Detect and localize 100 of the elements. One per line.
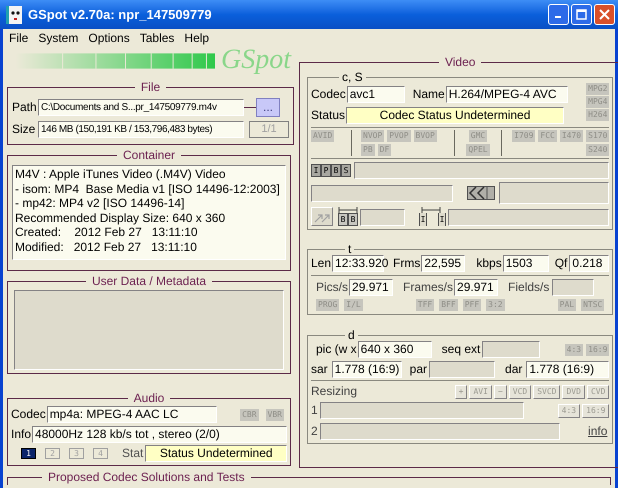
- group-heading: Audio: [132, 392, 166, 404]
- close-button[interactable]: [594, 4, 615, 25]
- menu-item[interactable]: Help: [179, 29, 214, 48]
- span-arrow-icon: [419, 207, 443, 213]
- frame-type-indicator: S: [341, 164, 351, 177]
- info-line: Created: 2012 Feb 27 13:11:10: [15, 225, 199, 240]
- frames-field[interactable]: 22,595: [421, 255, 466, 272]
- flag-indicator: AVID: [311, 130, 334, 142]
- info-line: M4V : Apple iTunes Video (.M4V) Video: [15, 167, 227, 182]
- field-label: Stat: [122, 445, 144, 462]
- field-label: 1: [311, 402, 318, 419]
- codec-name-field[interactable]: H.264/MPEG-4 AVC: [446, 86, 568, 103]
- path-field[interactable]: C:\Documents and S...pr_147509779.m4v: [38, 99, 244, 116]
- info-line: Recommended Display Size: 640 x 360: [15, 210, 226, 225]
- empty-field[interactable]: [320, 402, 524, 419]
- group-heading: Video: [444, 56, 476, 68]
- field-label: Len: [311, 255, 332, 272]
- flag-indicator: 4:3: [564, 344, 584, 356]
- flag-indicator: CBR: [240, 408, 259, 420]
- app-icon: [6, 6, 22, 24]
- maximize-button[interactable]: [571, 4, 592, 25]
- frame-type-indicator: I: [438, 213, 446, 226]
- stream-button[interactable]: 1: [21, 448, 36, 459]
- sar-field[interactable]: 1.778 (16:9): [332, 361, 402, 378]
- rate-field[interactable]: 29.971: [454, 279, 498, 296]
- menu-item[interactable]: File: [4, 29, 34, 48]
- menu-item[interactable]: Tables: [134, 29, 180, 48]
- empty-field[interactable]: [320, 422, 560, 440]
- flag-indicator: PVOP: [387, 130, 411, 142]
- field-label: pic (w x: [316, 341, 357, 358]
- field-label: Codec: [311, 86, 346, 103]
- field-label: Frms: [393, 255, 420, 272]
- arrows-button[interactable]: [311, 207, 333, 226]
- span-arrow-icon: [338, 207, 358, 213]
- menu-item[interactable]: Options: [83, 29, 135, 48]
- flag-indicator: S240: [586, 144, 610, 156]
- group-heading: Proposed Codec Solutions and Tests: [47, 471, 246, 483]
- flag-indicator: PFF: [462, 299, 482, 311]
- flag-indicator: NTSC: [581, 299, 604, 311]
- flag-indicator: GMC: [468, 130, 488, 142]
- field-label: dar: [505, 361, 522, 378]
- field-label: Qf: [554, 255, 568, 272]
- field-label: Info: [11, 426, 32, 443]
- window-title: GSpot v2.70a: npr_147509779: [28, 6, 212, 24]
- empty-field[interactable]: [354, 162, 610, 179]
- field-label: seq ext: [442, 341, 480, 358]
- empty-field[interactable]: [448, 209, 610, 226]
- empty-field[interactable]: [360, 209, 405, 226]
- rate-field[interactable]: 29.971: [349, 279, 394, 296]
- flag-indicator: QPEL: [466, 144, 490, 156]
- flag-indicator: NVOP: [361, 130, 384, 142]
- menu-item[interactable]: System: [33, 29, 84, 48]
- group-heading: c, S: [341, 71, 364, 83]
- group-heading: t: [347, 243, 352, 255]
- size-field[interactable]: 146 MB (150,191 KB / 153,796,483 bytes): [38, 121, 244, 138]
- empty-field[interactable]: [482, 341, 540, 358]
- flag-indicator: I470: [560, 130, 584, 142]
- empty-field[interactable]: [429, 361, 496, 378]
- browse-button[interactable]: ...: [256, 98, 280, 117]
- frame-type-indicator: I: [419, 213, 427, 226]
- bitrate-field[interactable]: 1503: [502, 255, 549, 272]
- field-label: Codec: [11, 406, 46, 423]
- minimize-button[interactable]: [548, 4, 569, 25]
- info-line: - isom: MP4 Base Media v1 [ISO 14496-12:2003]: [15, 182, 281, 196]
- empty-field[interactable]: [552, 279, 594, 296]
- audio-status-field[interactable]: Status Undetermined: [145, 445, 287, 462]
- field-label: Pics/s: [316, 279, 348, 296]
- frame-type-indicator: P: [321, 164, 331, 177]
- info-line: Modified: 2012 Feb 27 13:11:10: [15, 240, 198, 254]
- field-label: Name: [412, 86, 445, 103]
- field-label: 2: [311, 422, 318, 440]
- flag-indicator: I/L: [344, 299, 363, 311]
- frame-type-indicator: B: [338, 213, 348, 226]
- flag-indicator: FCC: [538, 130, 557, 142]
- field-label: kbps: [476, 255, 502, 272]
- logo-text: GSpot: [221, 45, 291, 75]
- field-label: Size: [12, 121, 36, 138]
- flag-indicator: VBR: [266, 408, 284, 420]
- frame-type-indicator: B: [331, 164, 341, 177]
- flag-indicator: 3:2: [486, 299, 505, 311]
- audio-info-field[interactable]: 48000Hz 128 kb/s tot , stereo (2/0): [32, 426, 287, 443]
- flag-indicator: MPG4: [586, 96, 610, 108]
- chevron-arrows-icon: [467, 184, 495, 202]
- picture-size-field[interactable]: 640 x 360: [358, 341, 432, 358]
- close-icon: [599, 9, 610, 20]
- audio-codec-field[interactable]: mp4a: MPEG-4 AAC LC: [46, 406, 217, 423]
- field-label: sar: [311, 361, 328, 378]
- flag-indicator: TFF: [416, 299, 434, 311]
- empty-field[interactable]: [499, 182, 610, 204]
- info-link[interactable]: info: [588, 422, 608, 440]
- dar-field[interactable]: 1.778 (16:9): [526, 361, 610, 378]
- field-label: par: [410, 361, 428, 378]
- codec-status-field[interactable]: Codec Status Undetermined: [346, 107, 564, 124]
- flag-indicator: H264: [586, 109, 610, 121]
- flag-indicator: S170: [586, 130, 610, 142]
- codec-field[interactable]: avc1: [346, 86, 405, 103]
- quality-field[interactable]: 0.218: [569, 255, 610, 272]
- flag-indicator: I709: [512, 130, 536, 142]
- empty-field[interactable]: [311, 184, 453, 202]
- field-label: Resizing: [311, 383, 358, 400]
